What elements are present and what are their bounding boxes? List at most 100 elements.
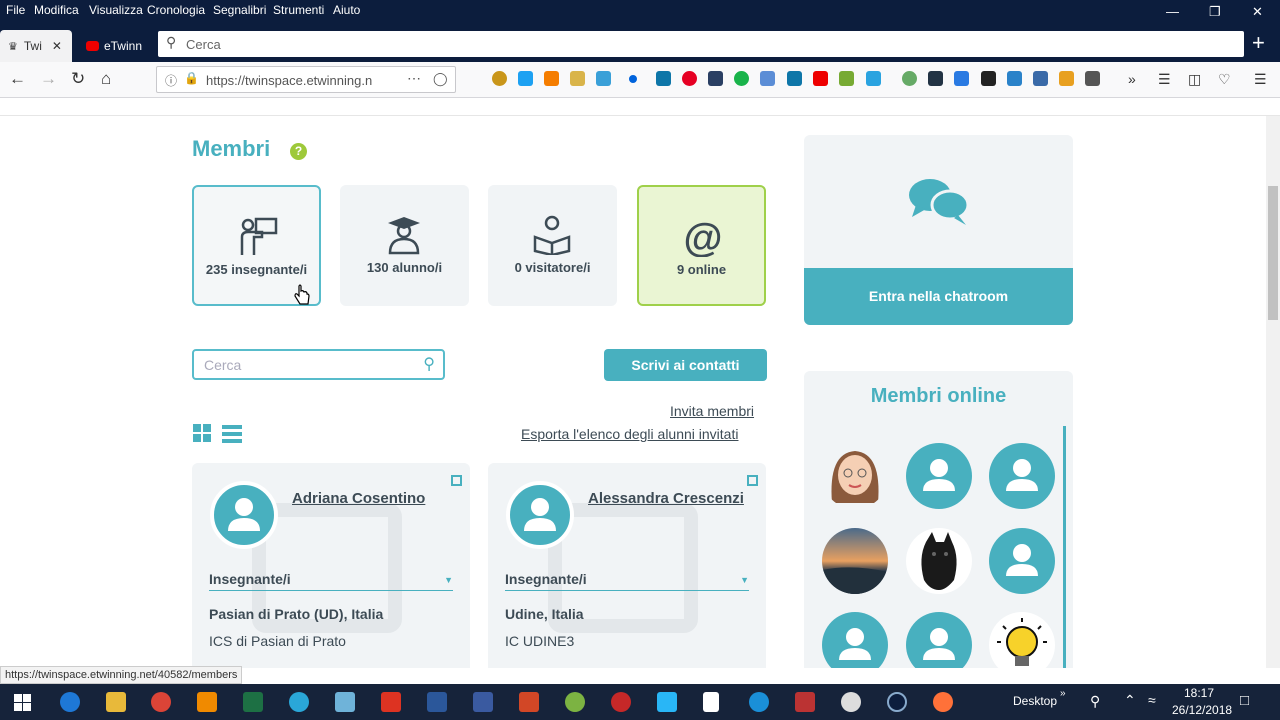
online-member-avatar[interactable] [906, 443, 972, 509]
avatar[interactable] [210, 481, 278, 549]
app-icon[interactable] [473, 692, 493, 712]
online-member-avatar[interactable] [906, 528, 972, 594]
online-member-avatar[interactable] [989, 612, 1055, 668]
ublock-icon[interactable] [492, 71, 507, 86]
select-checkbox[interactable] [451, 475, 462, 486]
zoom-ext-icon[interactable] [928, 71, 943, 86]
export-students-link[interactable]: Esporta l'elenco degli alunni invitati [521, 426, 738, 442]
e-dark-icon[interactable] [981, 71, 996, 86]
stat-online[interactable]: @ 9 online [637, 185, 766, 306]
screen-icon[interactable] [1007, 71, 1022, 86]
select-checkbox[interactable] [747, 475, 758, 486]
grid-view-icon[interactable] [193, 424, 212, 443]
desktop-toolbar[interactable]: Desktop [1013, 694, 1057, 708]
cortana-icon[interactable] [887, 692, 907, 712]
word-icon[interactable] [427, 692, 447, 712]
online-member-avatar[interactable] [822, 528, 888, 594]
menu-strumenti[interactable]: Strumenti [273, 3, 324, 17]
stat-students[interactable]: 130 alunno/i [340, 185, 469, 306]
blogger-icon[interactable] [544, 71, 559, 86]
restore-icon[interactable]: ❐ [1209, 4, 1221, 20]
app-icon[interactable] [565, 692, 585, 712]
windows-start-icon[interactable] [14, 694, 31, 711]
firefox-icon[interactable] [933, 692, 953, 712]
list-view-icon[interactable] [222, 425, 242, 443]
search-input[interactable]: ⚲ Cerca [158, 31, 1244, 57]
app-icon[interactable] [841, 692, 861, 712]
menu-file[interactable]: File [6, 3, 25, 17]
c-icon[interactable] [596, 71, 611, 86]
menu-visualizza[interactable]: Visualizza [89, 3, 143, 17]
menu-cronologia[interactable]: Cronologia [147, 3, 205, 17]
leaf-icon[interactable] [902, 71, 917, 86]
page-actions-icon[interactable]: ⋯ [407, 70, 421, 87]
linkedin-icon[interactable] [656, 71, 671, 86]
clock-time[interactable]: 18:17 [1184, 686, 1214, 700]
member-name[interactable]: Adriana Cosentino [292, 489, 452, 509]
notepad-icon[interactable] [703, 692, 719, 712]
online-member-avatar[interactable] [989, 443, 1055, 509]
member-name[interactable]: Alessandra Crescenzi [588, 489, 748, 509]
app-icon[interactable] [749, 692, 769, 712]
online-member-avatar[interactable] [822, 612, 888, 668]
info-icon[interactable]: ⓘ [165, 72, 177, 89]
home-icon[interactable]: ⌂ [101, 69, 111, 89]
s-icon[interactable] [1033, 71, 1048, 86]
stat-visitors[interactable]: 0 visitatore/i [488, 185, 617, 306]
grid-ext-icon[interactable] [839, 71, 854, 86]
app-icon[interactable] [289, 692, 309, 712]
app-icon[interactable] [381, 692, 401, 712]
clock-date[interactable]: 26/12/2018 [1172, 703, 1232, 717]
close-window-icon[interactable]: ✕ [1252, 4, 1263, 20]
forward-icon[interactable]: → [40, 69, 57, 89]
app-icon[interactable] [795, 692, 815, 712]
panel-scrollbar[interactable] [1063, 426, 1066, 668]
scrollbar-thumb[interactable] [1268, 186, 1278, 320]
role-select[interactable]: Insegnante/i ▼ [209, 571, 453, 591]
twitter-icon[interactable] [518, 71, 533, 86]
menu-aiuto[interactable]: Aiuto [333, 3, 360, 17]
back-icon[interactable]: ← [9, 69, 26, 89]
library-icon[interactable]: ☰ [1158, 69, 1171, 89]
excel-icon[interactable] [243, 692, 263, 712]
app-icon[interactable] [657, 692, 677, 712]
green-dot-icon[interactable] [734, 71, 749, 86]
pocket-icon[interactable]: ◯ [433, 71, 448, 87]
notifications-icon[interactable]: □ [1240, 692, 1249, 709]
reload-icon[interactable]: ↻ [71, 69, 85, 89]
network-icon[interactable]: ≈ [1148, 692, 1156, 708]
show-hidden-icons-icon[interactable]: ⌃ [1124, 692, 1136, 709]
menu-segnalibri[interactable]: Segnalibri [213, 3, 266, 17]
online-member-avatar[interactable] [906, 612, 972, 668]
chevron-icon[interactable]: » [1060, 688, 1066, 699]
p-ext-icon[interactable] [866, 71, 881, 86]
t-icon[interactable] [1085, 71, 1100, 86]
online-member-avatar[interactable] [822, 443, 888, 509]
menu-modifica[interactable]: Modifica [34, 3, 79, 17]
invite-members-link[interactable]: Invita membri [670, 403, 754, 419]
powerpoint-icon[interactable] [519, 692, 539, 712]
role-select[interactable]: Insegnante/i ▼ [505, 571, 749, 591]
member-card[interactable]: Adriana Cosentino Insegnante/i ▼ Pasian d… [192, 463, 470, 668]
linkedin2-icon[interactable] [787, 71, 802, 86]
evernote-icon[interactable]: ♡ [1218, 69, 1231, 89]
translate-icon[interactable] [760, 71, 775, 86]
app-icon[interactable] [335, 692, 355, 712]
tab-etwinning[interactable]: eTwinn [80, 30, 142, 62]
vlc-icon[interactable] [197, 692, 217, 712]
new-tab-button[interactable]: + [1252, 32, 1265, 54]
flickr-icon[interactable] [629, 75, 637, 83]
write-to-contacts-button[interactable]: Scrivi ai contatti [604, 349, 767, 381]
member-card[interactable]: Alessandra Crescenzi Insegnante/i ▼ Udine… [488, 463, 766, 668]
bookmark-icon[interactable] [570, 71, 585, 86]
minimize-icon[interactable]: — [1166, 4, 1179, 19]
colorgrid-icon[interactable] [1059, 71, 1074, 86]
people-icon[interactable]: ⚲ [1090, 693, 1100, 710]
enter-chatroom-button[interactable]: Entra nella chatroom [804, 268, 1073, 325]
youtube-ext-icon[interactable] [813, 71, 828, 86]
news-icon[interactable] [708, 71, 723, 86]
help-icon[interactable]: ? [290, 143, 307, 160]
file-explorer-icon[interactable] [106, 692, 126, 712]
online-member-avatar[interactable] [989, 528, 1055, 594]
overflow-icon[interactable]: » [1128, 69, 1136, 89]
